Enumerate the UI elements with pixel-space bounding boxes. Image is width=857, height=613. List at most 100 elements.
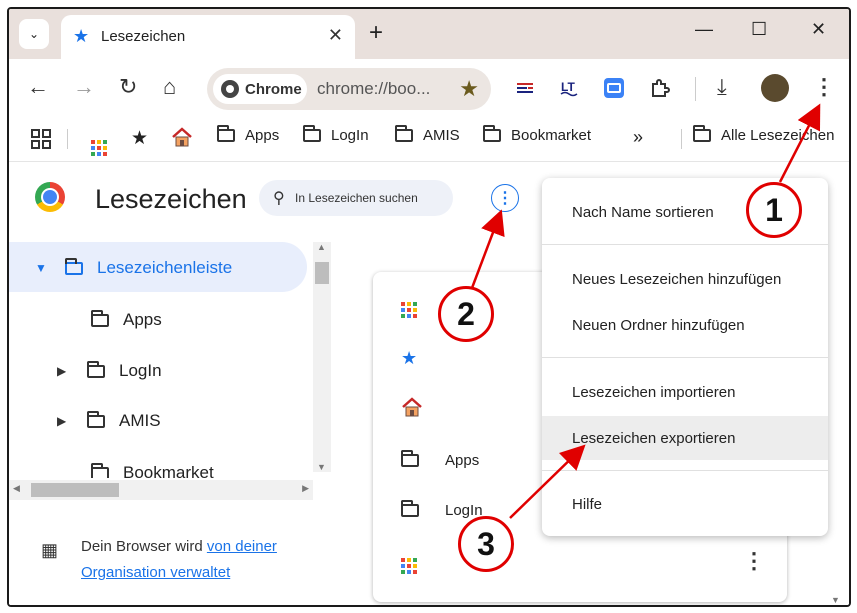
back-button[interactable]: ← [27,73,49,101]
extension-languagetool-icon[interactable]: LT [559,77,581,99]
bookmarks-manager: Lesezeichen ⚲ In Lesezeichen suchen ⋮ ▼ … [9,162,849,605]
menu-item-export[interactable]: Lesezeichen exportieren [542,416,828,460]
minimize-button[interactable]: — [695,19,713,40]
list-item[interactable]: Apps [401,450,479,469]
toolbar: ← → ↻ ⌂ Chrome chrome://boo... ★ LT ⤓ ⋮ [9,59,849,117]
callout-2: 2 [438,286,494,342]
close-window-button[interactable]: ✕ [811,19,826,40]
bookmark-folder-login[interactable]: LogIn [303,125,369,144]
folder-icon [87,410,105,428]
home-bookmark-icon [402,397,422,417]
list-item[interactable] [401,302,417,318]
scroll-left-icon[interactable]: ◀ [13,483,20,494]
scroll-down-icon[interactable]: ▼ [317,462,326,472]
star-icon: ★ [401,348,418,368]
folder-icon [91,462,109,478]
address-bar[interactable]: Chrome chrome://boo... ★ [207,68,491,110]
folder-icon [91,309,109,327]
list-item[interactable] [401,558,417,574]
folder-icon [401,450,419,467]
reload-button[interactable]: ↻ [119,73,137,101]
search-icon: ⚲ [273,190,285,207]
scroll-up-icon[interactable]: ▲ [317,242,326,252]
menu-divider [542,357,828,358]
tree-scrollbar-vertical[interactable]: ▲ ▼ [313,242,331,472]
scroll-down-icon[interactable]: ▼ [831,595,840,605]
page-title: Lesezeichen [95,184,247,214]
bookmarks-overflow-button[interactable]: » [633,127,643,148]
chrome-logo-icon [35,182,65,212]
tree-clip: Bookmarket [9,458,309,478]
menu-item-add-folder[interactable]: Neuen Ordner hinzufügen [542,303,828,347]
menu-item-help[interactable]: Hilfe [542,482,828,526]
menu-item-add-bookmark[interactable]: Neues Lesezeichen hinzufügen [542,257,828,301]
chevron-down-icon: ⌄ [28,27,40,41]
list-item[interactable] [401,396,423,418]
new-tab-button[interactable]: + [369,19,383,47]
folder-icon [217,125,235,142]
star-bookmark-icon[interactable]: ★ [131,127,148,150]
downloads-button[interactable]: ⤓ [717,73,727,101]
search-input[interactable]: ⚲ In Lesezeichen suchen [259,180,453,216]
google-apps-icon[interactable] [91,131,107,156]
building-icon: ▦ [41,540,59,560]
extensions-puzzle-icon[interactable] [649,77,671,99]
folder-icon [401,500,419,517]
google-apps-icon [401,302,417,318]
more-vert-icon: ⋮ [497,190,513,207]
tree-item-apps[interactable]: Apps [91,309,162,330]
apps-grid-icon[interactable] [31,129,51,154]
bookmark-folder-apps[interactable]: Apps [217,125,279,144]
tree-item-lesezeichenleiste[interactable]: ▼ Lesezeichenleiste [35,257,232,278]
bookmark-folder-bookmarket[interactable]: Bookmarket [483,125,591,144]
list-item[interactable]: ★ [401,348,417,369]
bookmarks-divider [67,129,68,149]
url-text: chrome://boo... [317,79,431,98]
tab-close-button[interactable]: ✕ [328,25,343,46]
menu-divider [542,244,828,245]
scroll-right-icon[interactable]: ▶ [302,483,309,494]
google-apps-icon [401,558,417,574]
tab-search-button[interactable]: ⌄ [19,19,49,49]
extension-reader-icon[interactable] [514,77,536,99]
maximize-button[interactable]: ☐ [751,19,767,40]
bookmark-star-button[interactable]: ★ [459,76,479,102]
folder-icon [483,125,501,142]
organize-menu-button[interactable]: ⋮ [491,184,519,212]
forward-button[interactable]: → [73,73,95,101]
item-more-button[interactable]: ⋮ [743,548,765,574]
tab-strip: ⌄ ★ Lesezeichen ✕ + — ☐ ✕ [9,9,849,59]
all-bookmarks-folder[interactable]: Alle Lesezeichen [693,125,834,144]
list-item[interactable]: LogIn [401,500,483,519]
extension-blue-app-icon[interactable] [603,77,625,99]
list-scrollbar-vertical[interactable]: ▼ [827,242,845,605]
folder-icon [693,125,711,142]
managed-notice: ▦ Dein Browser wird von deiner Organisat… [41,538,277,581]
menu-divider [542,470,828,471]
home-button[interactable]: ⌂ [163,73,176,101]
tree-item-bookmarket[interactable]: Bookmarket [91,462,214,478]
scrollbar-thumb[interactable] [31,483,119,497]
tree-item-login[interactable]: ▶ LogIn [57,360,162,381]
menu-item-import[interactable]: Lesezeichen importieren [542,370,828,414]
caret-right-icon[interactable]: ▶ [57,414,71,428]
folder-icon [303,125,321,142]
tree-item-amis[interactable]: ▶ AMIS [57,410,161,431]
tab-title: Lesezeichen [101,28,186,45]
callout-1: 1 [746,182,802,238]
home-bookmark-icon[interactable] [171,126,193,153]
chrome-logo-icon [221,80,239,98]
bookmark-folder-amis[interactable]: AMIS [395,125,460,144]
scrollbar-thumb[interactable] [315,262,329,284]
bookmarks-divider [681,129,682,149]
browser-window: ⌄ ★ Lesezeichen ✕ + — ☐ ✕ ← → ↻ ⌂ Chrome… [7,7,851,607]
star-icon: ★ [73,26,90,46]
site-info-chip[interactable]: Chrome [213,74,307,104]
tab-lesezeichen[interactable]: ★ Lesezeichen ✕ [61,15,355,59]
avatar[interactable] [761,74,789,102]
chrome-menu-button[interactable]: ⋮ [813,73,835,101]
caret-down-icon[interactable]: ▼ [35,261,49,275]
folder-icon [87,360,105,378]
tree-scrollbar-horizontal[interactable]: ◀ ▶ [9,480,313,500]
caret-right-icon[interactable]: ▶ [57,364,71,378]
